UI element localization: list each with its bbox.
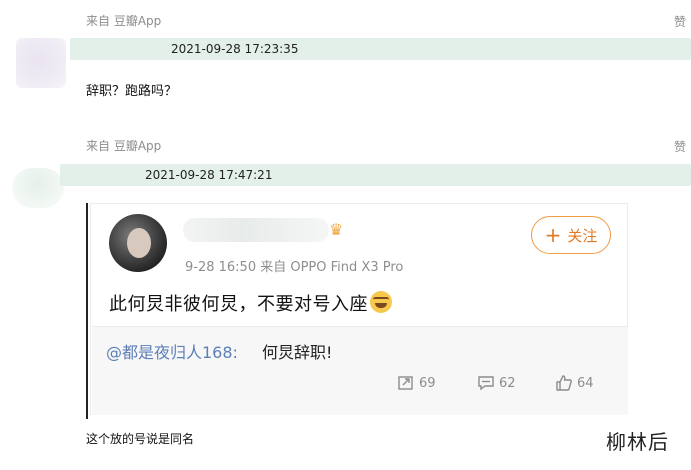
post-text-row: 此何炅非彼何炅，不要对号入座 [109, 290, 392, 316]
quote-bar [86, 203, 88, 419]
comment-source-label: 来自 豆瓣App [86, 139, 162, 153]
comment-text: 辞职？跑路吗？ [86, 84, 178, 99]
watermark: 柳林后 [606, 430, 669, 454]
weibo-post-card: ♛ + 关注 9-28 16:50 来自 OPPO Find X3 Pro 此何… [90, 203, 628, 415]
follow-label: 关注 [567, 226, 598, 245]
comment-count: 62 [499, 375, 516, 391]
poster-avatar[interactable] [109, 214, 167, 272]
repost-count: 69 [419, 375, 436, 391]
repost-button[interactable]: 69 [397, 374, 436, 392]
comment-timestamp: 2021-09-28 17:47:21 [145, 168, 273, 182]
thumbs-up-icon [556, 375, 572, 391]
comment-timestamp: 2021-09-28 17:23:35 [171, 42, 299, 56]
like-button[interactable]: 赞 [674, 138, 686, 155]
avatar[interactable] [16, 38, 66, 88]
post-text: 此何炅非彼何炅，不要对号入座 [109, 294, 368, 315]
like-post-button[interactable]: 64 [555, 374, 594, 392]
reposted-text: 何炅辞职! [262, 343, 333, 362]
post-meta: 9-28 16:50 来自 OPPO Find X3 Pro [185, 260, 404, 275]
comment-button[interactable]: 62 [477, 374, 516, 392]
avatar[interactable] [12, 168, 64, 208]
like-count: 64 [577, 375, 594, 391]
timestamp-strip [70, 38, 691, 60]
comment-text: 这个放的号说是同名 [86, 432, 195, 446]
like-button[interactable]: 赞 [674, 13, 686, 30]
plus-icon: + [544, 223, 562, 247]
repost-icon [398, 376, 413, 390]
laughing-emoji-icon [370, 291, 392, 313]
blurred-username [183, 218, 329, 242]
reposted-content: @都是夜归人168: 何炅辞职! [92, 326, 628, 415]
mention-link[interactable]: @都是夜归人168: [106, 339, 238, 363]
crown-icon: ♛ [329, 220, 344, 239]
comment-source-label: 来自 豆瓣App [86, 14, 162, 28]
comment-icon [478, 376, 494, 391]
follow-button[interactable]: + 关注 [531, 216, 611, 254]
